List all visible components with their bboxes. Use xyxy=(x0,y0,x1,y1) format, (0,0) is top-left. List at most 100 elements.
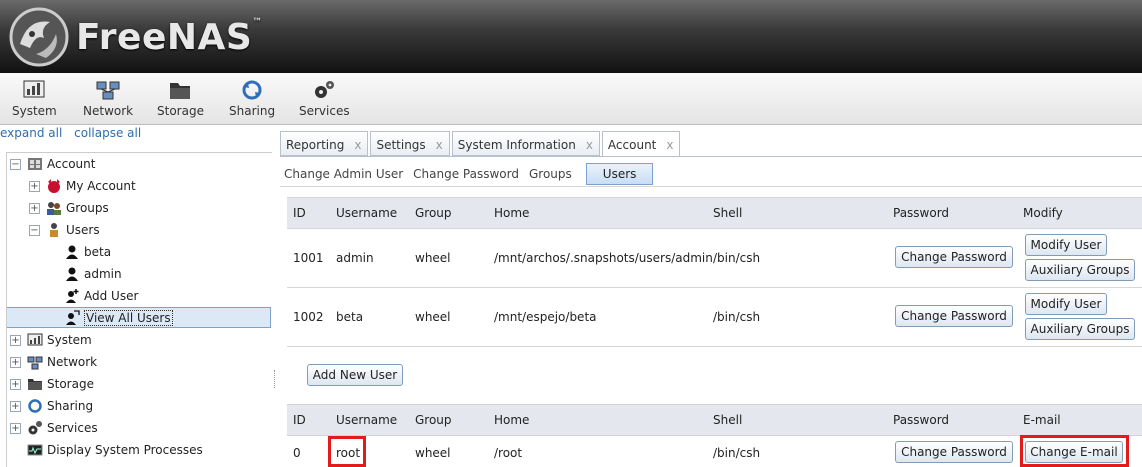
col-header-home: Home xyxy=(494,206,530,220)
toolbar-network-button[interactable]: Network xyxy=(83,79,133,118)
close-tab-icon[interactable]: x xyxy=(586,138,593,155)
toolbar-services-button[interactable]: Services xyxy=(299,79,350,118)
expand-toggle-icon[interactable]: + xyxy=(10,356,21,368)
sharing-icon xyxy=(242,80,262,100)
row-divider xyxy=(287,346,1142,347)
freebsd-daemon-icon xyxy=(48,179,60,193)
change-password-button[interactable]: Change Password xyxy=(895,305,1013,327)
subnav-divider xyxy=(280,186,1142,187)
cell-username: admin xyxy=(336,251,374,265)
col-header-id: ID xyxy=(293,206,306,220)
col-header-username: Username xyxy=(336,413,398,427)
panel-splitter[interactable] xyxy=(274,370,276,388)
tree-item-add-user[interactable]: Add User xyxy=(64,286,138,306)
user-icon xyxy=(66,267,78,281)
app-header: FreeNAS™ xyxy=(0,0,1142,73)
tree-links: expand all collapse all xyxy=(0,126,149,140)
main-toolbar: System Network Storage Sharing Services xyxy=(0,73,1142,125)
account-group-icon xyxy=(28,158,42,170)
expand-toggle-icon[interactable]: + xyxy=(10,378,21,390)
cell-group: wheel xyxy=(415,251,451,265)
cell-id: 1001 xyxy=(293,251,324,265)
close-tab-icon[interactable]: x xyxy=(436,138,443,155)
system-monitor-icon xyxy=(27,333,43,346)
change-password-button[interactable]: Change Password xyxy=(895,246,1013,268)
process-monitor-icon xyxy=(27,444,43,456)
tree-item-services[interactable]: + Services xyxy=(10,418,98,438)
tree-item-display-processes[interactable]: Display System Processes xyxy=(27,440,203,460)
expand-toggle-icon[interactable]: + xyxy=(10,334,21,346)
expand-toggle-icon[interactable]: + xyxy=(10,422,21,434)
close-tab-icon[interactable]: x xyxy=(666,138,673,156)
col-header-password: Password xyxy=(893,206,950,220)
col-header-password: Password xyxy=(893,413,950,427)
toolbar-system-button[interactable]: System xyxy=(12,79,57,118)
collapse-toggle-icon[interactable]: − xyxy=(10,158,21,170)
collapse-all-link[interactable]: collapse all xyxy=(74,126,141,140)
sharing-icon xyxy=(28,399,42,413)
tree-item-view-all-users[interactable]: View All Users xyxy=(64,308,173,328)
subnav-groups[interactable]: Groups xyxy=(529,167,572,181)
toolbar-storage-button[interactable]: Storage xyxy=(157,79,204,118)
view-users-icon xyxy=(66,310,80,325)
tab-system-information[interactable]: System Information x xyxy=(451,131,600,156)
add-new-user-button[interactable]: Add New User xyxy=(307,364,403,386)
expand-toggle-icon[interactable]: + xyxy=(29,180,40,192)
cell-shell: /bin/csh xyxy=(713,251,761,265)
tree-item-sharing[interactable]: + Sharing xyxy=(10,396,93,416)
system-monitor-icon xyxy=(23,80,45,98)
freenas-logo: FreeNAS™ xyxy=(6,4,263,70)
auxiliary-groups-button[interactable]: Auxiliary Groups xyxy=(1025,259,1135,281)
tab-settings[interactable]: Settings x xyxy=(370,131,450,156)
storage-icon xyxy=(28,379,42,390)
col-header-email: E-mail xyxy=(1023,413,1061,427)
users-icon xyxy=(50,223,58,237)
col-header-group: Group xyxy=(415,206,452,220)
col-header-home: Home xyxy=(494,413,530,427)
modify-user-button[interactable]: Modify User xyxy=(1025,234,1107,256)
network-icon xyxy=(96,81,120,100)
tree-item-user-beta[interactable]: beta xyxy=(64,242,111,262)
col-header-shell: Shell xyxy=(713,413,743,427)
change-password-button[interactable]: Change Password xyxy=(895,441,1013,463)
row-divider xyxy=(287,287,1142,288)
cell-group: wheel xyxy=(415,446,451,460)
col-header-modify: Modify xyxy=(1023,206,1063,220)
change-email-highlight xyxy=(1020,435,1129,467)
subnav-change-admin-user[interactable]: Change Admin User xyxy=(284,167,403,181)
subnav-users[interactable]: Users xyxy=(585,163,654,185)
freenas-logo-icon xyxy=(9,7,69,67)
tree-item-user-admin[interactable]: admin xyxy=(64,264,122,284)
tree-item-storage[interactable]: + Storage xyxy=(10,374,94,394)
groups-icon xyxy=(47,202,61,215)
services-gears-icon xyxy=(28,421,42,435)
auxiliary-groups-button[interactable]: Auxiliary Groups xyxy=(1025,318,1135,340)
expand-all-link[interactable]: expand all xyxy=(0,126,62,140)
storage-icon xyxy=(170,83,191,99)
tab-reporting[interactable]: Reporting x xyxy=(280,131,369,156)
collapse-toggle-icon[interactable]: − xyxy=(29,224,40,236)
toolbar-sharing-button[interactable]: Sharing xyxy=(229,79,275,118)
modify-user-button[interactable]: Modify User xyxy=(1025,293,1107,315)
tree-item-my-account[interactable]: + My Account xyxy=(29,176,136,196)
tree-item-system[interactable]: + System xyxy=(10,330,92,350)
cell-home: /mnt/espejo/beta xyxy=(494,310,597,324)
cell-shell: /bin/csh xyxy=(713,446,761,460)
expand-toggle-icon[interactable]: + xyxy=(29,202,40,214)
cell-group: wheel xyxy=(415,310,451,324)
root-username-highlight xyxy=(328,436,366,467)
tree-item-users[interactable]: − Users xyxy=(29,220,100,240)
tab-account[interactable]: Account x xyxy=(601,131,681,157)
tab-divider xyxy=(280,156,1142,157)
subnav-change-password[interactable]: Change Password xyxy=(413,167,519,181)
cell-shell: /bin/csh xyxy=(713,310,761,324)
services-gears-icon xyxy=(315,81,335,98)
cell-id: 1002 xyxy=(293,310,324,324)
tree-item-network[interactable]: + Network xyxy=(10,352,97,372)
tree-item-account[interactable]: − Account xyxy=(10,154,95,174)
tree-item-groups[interactable]: + Groups xyxy=(29,198,109,218)
close-tab-icon[interactable]: x xyxy=(354,138,361,155)
expand-toggle-icon[interactable]: + xyxy=(10,400,21,412)
cell-id: 0 xyxy=(293,446,301,460)
col-header-group: Group xyxy=(415,413,452,427)
